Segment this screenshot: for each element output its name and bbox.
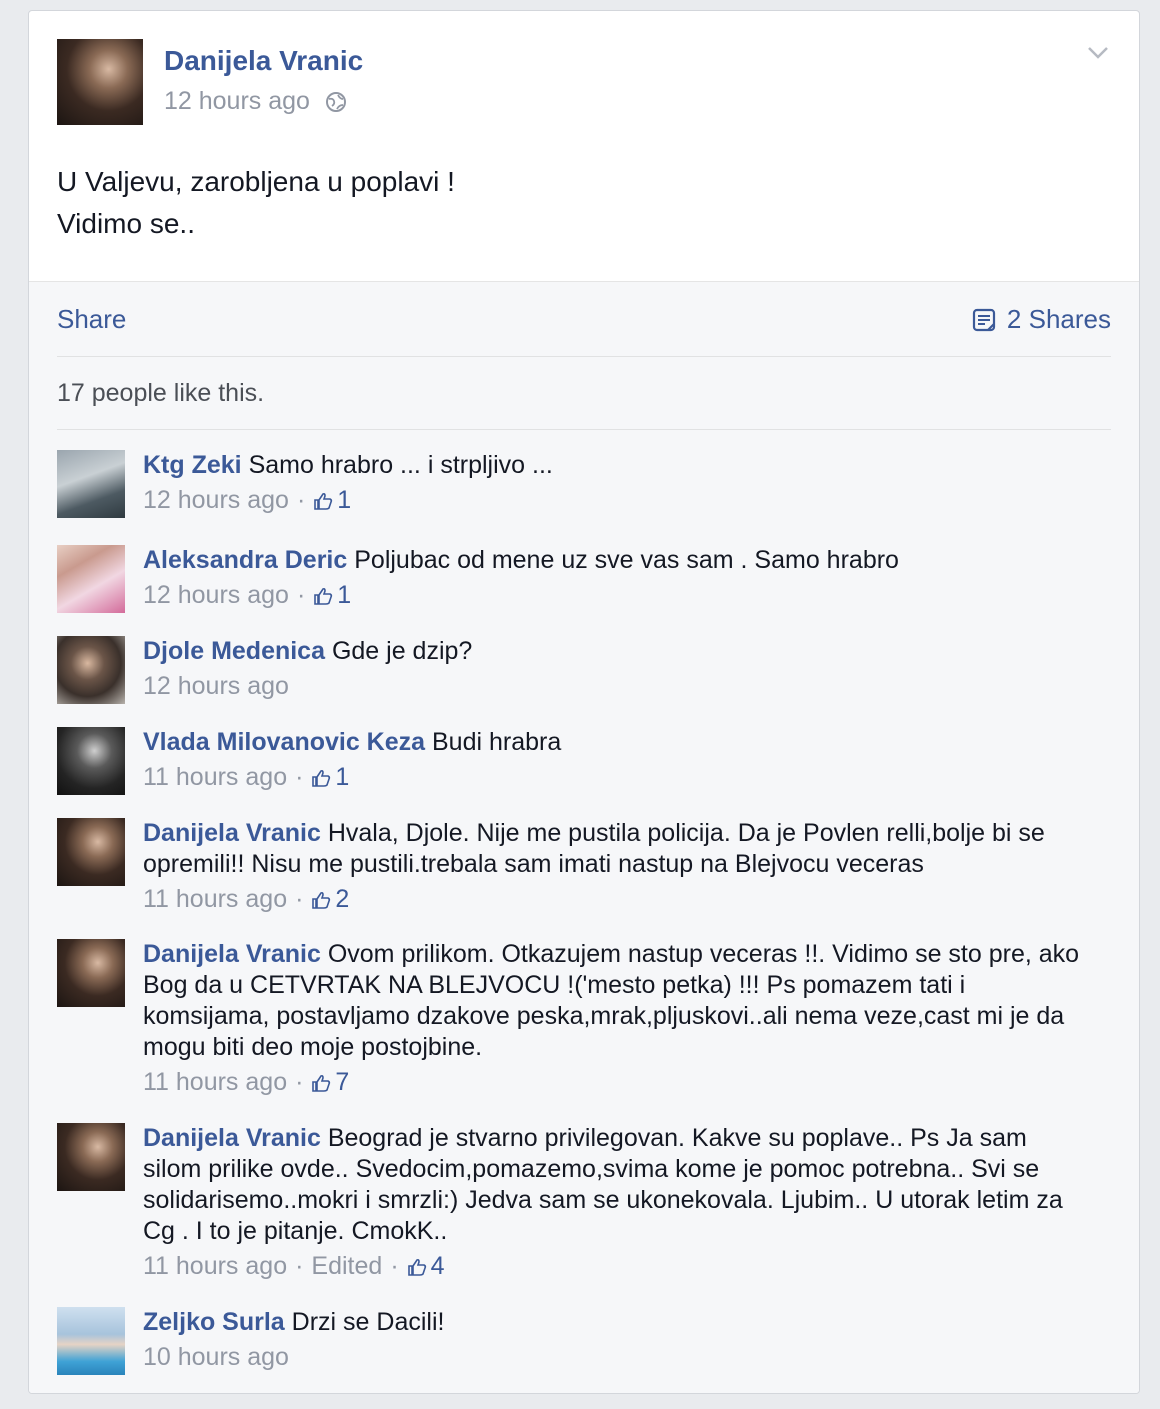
post-text-line: Vidimo se.. — [57, 208, 195, 239]
author-name[interactable]: Danijela Vranic — [164, 45, 363, 77]
comment-avatar[interactable] — [57, 818, 125, 886]
comment-text: Samo hrabro ... i strpljivo ... — [248, 451, 553, 479]
comment-meta: 11 hours ago · Edited · 4 — [143, 1251, 1091, 1282]
meta-separator: · — [295, 1252, 304, 1280]
comment-like-count[interactable]: 1 — [337, 485, 351, 516]
shares-count-label: 2 Shares — [1006, 304, 1111, 334]
edited-label[interactable]: Edited — [311, 1251, 382, 1282]
comment-timestamp[interactable]: 12 hours ago — [143, 671, 289, 702]
meta-separator: · — [296, 581, 306, 609]
thumbs-up-icon[interactable] — [313, 491, 333, 511]
comment-body: Zeljko Surla Drzi se Dacili! 10 hours ago — [143, 1307, 1091, 1373]
comment-content: Djole Medenica Gde je dzip? — [143, 636, 1091, 667]
comment-avatar[interactable] — [57, 545, 125, 613]
comment-author[interactable]: Ktg Zeki — [143, 451, 242, 479]
share-button[interactable]: Share — [57, 304, 126, 335]
comment-meta: 10 hours ago — [143, 1342, 1091, 1373]
comment-body: Aleksandra Deric Poljubac od mene uz sve… — [143, 545, 1091, 611]
author-avatar[interactable] — [57, 39, 143, 125]
meta-separator: · — [390, 1252, 399, 1280]
comment-avatar[interactable] — [57, 450, 125, 518]
comment-like-count[interactable]: 1 — [335, 762, 349, 793]
comment-author[interactable]: Zeljko Surla — [143, 1308, 285, 1336]
meta-separator: · — [296, 486, 306, 514]
comment-like-count[interactable]: 4 — [431, 1251, 445, 1282]
comment-like-count[interactable]: 1 — [337, 580, 351, 611]
comment-body: Ktg Zeki Samo hrabro ... i strpljivo ...… — [143, 450, 1091, 516]
comment-content: Ktg Zeki Samo hrabro ... i strpljivo ... — [143, 450, 1091, 481]
meta-separator: · — [295, 1068, 304, 1096]
post-header: Danijela Vranic 12 hours ago U Valjevu, … — [29, 11, 1139, 281]
comment-author[interactable]: Djole Medenica — [143, 637, 325, 665]
thumbs-up-icon[interactable] — [313, 586, 333, 606]
chevron-down-icon[interactable] — [1085, 39, 1111, 65]
comment-timestamp[interactable]: 12 hours ago — [143, 485, 289, 516]
post-text: U Valjevu, zarobljena u poplavi ! Vidimo… — [57, 161, 455, 245]
comment-body: Danijela Vranic Beograd je stvarno privi… — [143, 1123, 1091, 1282]
shares-count-link[interactable]: 2 Shares — [971, 304, 1111, 335]
comment-content: Vlada Milovanovic Keza Budi hrabra — [143, 727, 1091, 758]
comment-author[interactable]: Danijela Vranic — [143, 940, 321, 968]
post-text-line: U Valjevu, zarobljena u poplavi ! — [57, 166, 455, 197]
comment-timestamp[interactable]: 11 hours ago — [143, 1251, 287, 1282]
comment-like-count[interactable]: 7 — [335, 1067, 349, 1098]
comment-avatar[interactable] — [57, 1123, 125, 1191]
meta-separator: · — [295, 885, 304, 913]
globe-icon — [325, 91, 346, 112]
comment-content: Danijela Vranic Ovom prilikom. Otkazujem… — [143, 939, 1091, 1063]
shares-icon — [972, 308, 996, 331]
comment-meta: 11 hours ago · 7 — [143, 1067, 1091, 1098]
comment-avatar[interactable] — [57, 1307, 125, 1375]
comment-timestamp[interactable]: 11 hours ago — [143, 762, 287, 793]
comment-content: Aleksandra Deric Poljubac od mene uz sve… — [143, 545, 1091, 576]
likes-summary[interactable]: 17 people like this. — [57, 379, 264, 408]
comment-avatar[interactable] — [57, 727, 125, 795]
comment-meta: 12 hours ago — [143, 671, 1091, 702]
comment-meta: 11 hours ago · 1 — [143, 762, 1091, 793]
post-timestamp[interactable]: 12 hours ago — [164, 87, 310, 116]
meta-separator: · — [295, 763, 304, 791]
thumbs-up-icon[interactable] — [311, 1073, 331, 1093]
comment-timestamp[interactable]: 12 hours ago — [143, 580, 289, 611]
comment-text: Poljubac od mene uz sve vas sam . Samo h… — [354, 546, 899, 574]
likes-summary-row: 17 people like this. — [57, 357, 1111, 430]
comment-text: Gde je dzip? — [331, 637, 473, 665]
feedback-area: Share 2 Shares 17 people like this. Ktg … — [29, 281, 1139, 1393]
comment-avatar[interactable] — [57, 939, 125, 1007]
comment-author[interactable]: Danijela Vranic — [143, 1124, 321, 1152]
comment-body: Djole Medenica Gde je dzip? 12 hours ago — [143, 636, 1091, 702]
comment-meta: 12 hours ago · 1 — [143, 580, 1091, 611]
comment-like-count[interactable]: 2 — [335, 884, 349, 915]
comment-author[interactable]: Vlada Milovanovic Keza — [143, 728, 425, 756]
comment-body: Vlada Milovanovic Keza Budi hrabra 11 hou… — [143, 727, 1091, 793]
comment-avatar[interactable] — [57, 636, 125, 704]
comment-timestamp[interactable]: 11 hours ago — [143, 1067, 287, 1098]
comment-timestamp[interactable]: 11 hours ago — [143, 884, 287, 915]
post-meta: 12 hours ago — [164, 87, 348, 116]
thumbs-up-icon[interactable] — [311, 890, 331, 910]
action-row: Share 2 Shares — [57, 282, 1111, 357]
comment-content: Danijela Vranic Beograd je stvarno privi… — [143, 1123, 1091, 1247]
comment-author[interactable]: Aleksandra Deric — [143, 546, 347, 574]
post-card: Danijela Vranic 12 hours ago U Valjevu, … — [28, 10, 1140, 1394]
comment-meta: 11 hours ago · 2 — [143, 884, 1091, 915]
comment-meta: 12 hours ago · 1 — [143, 485, 1091, 516]
comment-body: Danijela Vranic Ovom prilikom. Otkazujem… — [143, 939, 1091, 1098]
comment-body: Danijela Vranic Hvala, Djole. Nije me pu… — [143, 818, 1091, 915]
comment-author[interactable]: Danijela Vranic — [143, 819, 321, 847]
thumbs-up-icon[interactable] — [311, 768, 331, 788]
comment-text: Budi hrabra — [432, 728, 562, 756]
thumbs-up-icon[interactable] — [407, 1257, 427, 1277]
comment-content: Zeljko Surla Drzi se Dacili! — [143, 1307, 1091, 1338]
comment-content: Danijela Vranic Hvala, Djole. Nije me pu… — [143, 818, 1091, 880]
comment-timestamp[interactable]: 10 hours ago — [143, 1342, 289, 1373]
comment-text: Drzi se Dacili! — [291, 1308, 445, 1336]
